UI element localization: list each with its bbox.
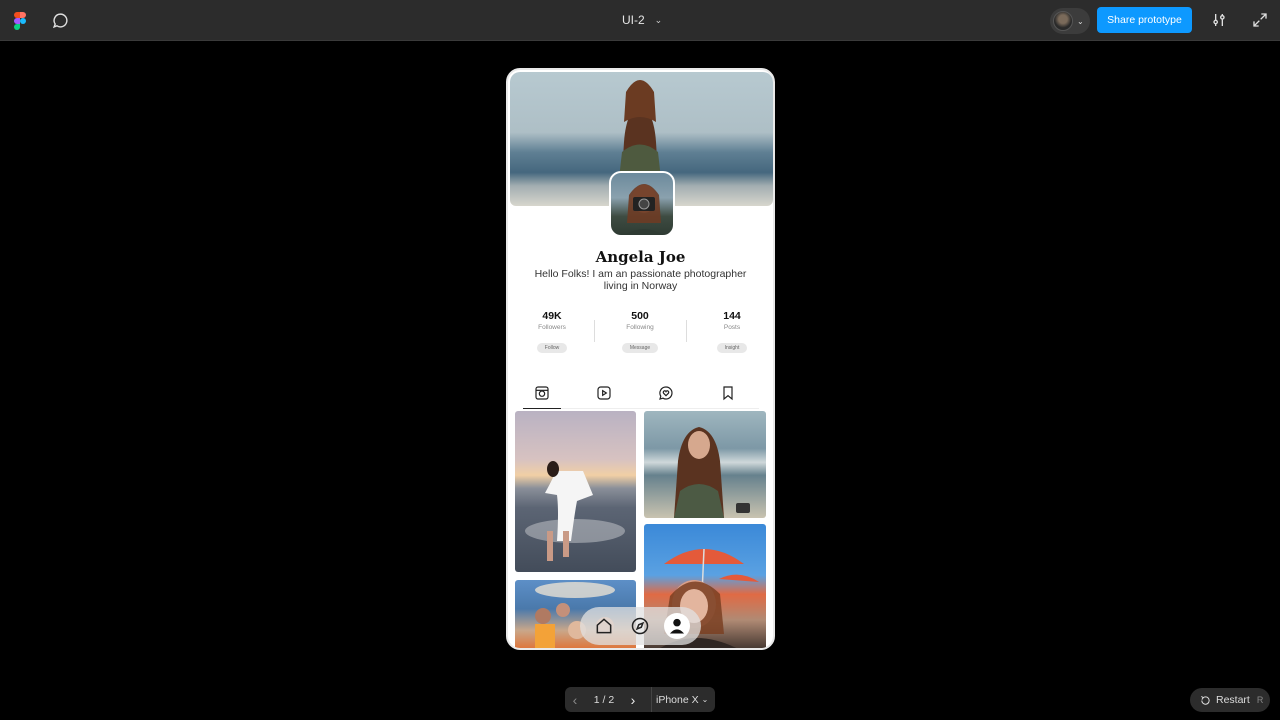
profile-avatar[interactable]	[609, 171, 675, 237]
restart-icon	[1201, 695, 1210, 705]
settings-sliders-icon[interactable]	[1211, 12, 1227, 28]
chevron-down-icon: ⌄	[1077, 16, 1084, 26]
divider	[686, 320, 687, 342]
restart-label: Restart	[1216, 694, 1250, 706]
figma-logo-icon[interactable]	[14, 12, 26, 30]
tab-videos[interactable]	[585, 385, 623, 409]
expand-icon[interactable]	[1252, 12, 1268, 28]
current-page: 1	[593, 693, 600, 706]
next-frame-button[interactable]: ›	[623, 687, 643, 712]
profile-stats: 49K Followers Follow 500 Following Messa…	[508, 310, 773, 360]
chevron-down-icon: ⌄	[701, 695, 709, 704]
user-menu[interactable]: ⌄	[1050, 8, 1090, 34]
device-selector[interactable]: iPhone X ⌄	[656, 694, 708, 706]
stat-value: 144	[723, 310, 741, 322]
insight-button[interactable]: Insight	[716, 343, 748, 353]
nav-profile[interactable]	[663, 613, 690, 639]
bottom-nav	[580, 607, 701, 645]
chat-heart-icon	[659, 386, 673, 400]
profile-name: Angela Joe	[595, 248, 686, 266]
divider	[594, 320, 595, 342]
follow-button[interactable]: Follow	[536, 343, 568, 353]
stat-label: Posts	[723, 324, 741, 331]
photo-icon	[535, 386, 549, 400]
stat-followers: 49K Followers Follow	[517, 310, 587, 354]
phone-frame: Angela Joe Hello Folks! I am an passiona…	[506, 68, 775, 650]
compass-icon	[632, 617, 649, 635]
tab-likes[interactable]	[647, 385, 685, 409]
profile-icon	[669, 618, 684, 634]
previous-frame-button[interactable]: ‹	[565, 687, 585, 712]
device-name: iPhone X	[656, 693, 699, 706]
stat-following: 500 Following Message	[605, 310, 675, 354]
page-counter: 1 / 2	[593, 693, 615, 706]
post-image[interactable]	[644, 411, 766, 518]
tab-saved[interactable]	[709, 385, 747, 409]
stat-posts: 144 Posts Insight	[697, 310, 767, 354]
stat-value: 500	[631, 310, 649, 322]
tab-photos[interactable]	[523, 385, 561, 409]
restart-button[interactable]: Restart R	[1190, 688, 1270, 712]
video-icon	[597, 386, 611, 400]
toolbar: UI-2 ⌄ ⌄ Share prototype	[0, 0, 1280, 41]
nav-home[interactable]	[591, 613, 617, 639]
message-button[interactable]: Message	[621, 343, 659, 353]
divider	[651, 687, 652, 712]
prototype-pager: ‹ 1 / 2 › iPhone X ⌄	[565, 687, 715, 712]
stat-label: Following	[626, 324, 654, 331]
total-pages: 2	[608, 693, 615, 706]
home-icon	[596, 618, 612, 634]
file-name: UI-2	[622, 13, 645, 27]
nav-explore[interactable]	[627, 613, 653, 639]
post-image[interactable]	[515, 411, 636, 572]
stat-label: Followers	[538, 324, 566, 331]
content-tabs	[523, 383, 759, 409]
chevron-down-icon: ⌄	[654, 14, 663, 25]
restart-shortcut: R	[1256, 695, 1264, 705]
bookmark-icon	[723, 386, 733, 401]
comment-icon[interactable]	[52, 12, 69, 29]
share-prototype-button[interactable]: Share prototype	[1097, 7, 1192, 33]
stat-value: 49K	[542, 310, 562, 322]
file-title[interactable]: UI-2 ⌄	[622, 13, 662, 27]
profile-bio: Hello Folks! I am an passionate photogra…	[534, 268, 747, 292]
avatar	[1053, 11, 1073, 31]
